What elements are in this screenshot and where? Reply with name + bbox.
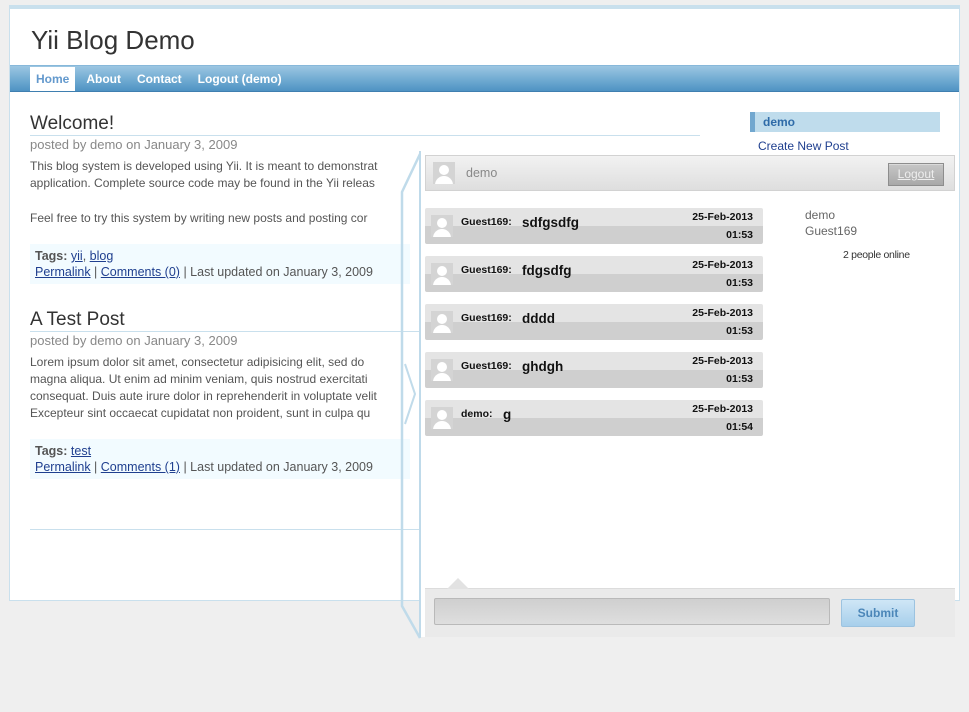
chat-message-input[interactable] <box>434 598 830 625</box>
chat-composer: Submit <box>425 578 955 637</box>
message-text: g <box>503 407 512 422</box>
menu-item-contact[interactable]: Contact <box>132 68 187 90</box>
message-time: 01:53 <box>726 373 753 385</box>
message-text: ghdgh <box>522 359 564 374</box>
chat-message: Guest169: sdfgsdfg 25-Feb-2013 01:53 <box>425 208 763 244</box>
chat-header: demo Logout <box>425 155 955 191</box>
online-count: 2 people online <box>843 249 910 261</box>
post-nav: Tags: yii, blog Permalink | Comments (0)… <box>30 244 410 284</box>
message-author: Guest169: <box>461 312 512 324</box>
post-line: This blog system is developed using Yii.… <box>30 159 378 173</box>
chat-panel: demo Logout Guest169: sdfgsdfg 25-Feb-20… <box>419 151 955 637</box>
tag-link[interactable]: blog <box>90 249 114 263</box>
post-content: Lorem ipsum dolor sit amet, consectetur … <box>30 354 402 422</box>
user-avatar-icon <box>431 311 453 333</box>
menu-item-about[interactable]: About <box>81 68 126 90</box>
user-avatar-icon <box>433 162 455 184</box>
tag-link[interactable]: test <box>71 444 91 458</box>
user-avatar-icon <box>431 263 453 285</box>
tags-label: Tags: <box>35 444 68 458</box>
tags-label: Tags: <box>35 249 68 263</box>
chat-message: Guest169: ghdgh 25-Feb-2013 01:53 <box>425 352 763 388</box>
menu-item-home[interactable]: Home <box>30 66 76 91</box>
last-updated: Last updated on January 3, 2009 <box>190 265 373 279</box>
sidebar-title: demo <box>750 112 940 132</box>
chat-logout-button[interactable]: Logout <box>888 163 944 186</box>
message-date: 25-Feb-2013 <box>692 259 753 271</box>
message-author: Guest169: <box>461 216 512 228</box>
message-time: 01:53 <box>726 325 753 337</box>
user-avatar-icon <box>431 407 453 429</box>
post-line: consequat. Duis aute irure dolor in repr… <box>30 389 377 403</box>
tag-link[interactable]: yii <box>71 249 83 263</box>
site-title: Yii Blog Demo <box>31 25 195 55</box>
online-users: demo Guest169 2 people online <box>805 207 945 261</box>
post-line: magna aliqua. Ut enim ad minim veniam, q… <box>30 372 368 386</box>
message-time: 01:53 <box>726 277 753 289</box>
message-author: demo: <box>461 408 493 420</box>
message-time: 01:53 <box>726 229 753 241</box>
permalink-link[interactable]: Permalink <box>35 460 91 474</box>
post-content: This blog system is developed using Yii.… <box>30 158 402 227</box>
chat-username: demo <box>466 166 498 180</box>
message-date: 25-Feb-2013 <box>692 307 753 319</box>
post-title[interactable]: Welcome! <box>30 113 700 136</box>
post-line: Excepteur sint occaecat cupidatat non pr… <box>30 406 371 420</box>
last-updated: Last updated on January 3, 2009 <box>190 460 373 474</box>
chat-message: Guest169: fdgsdfg 25-Feb-2013 01:53 <box>425 256 763 292</box>
message-date: 25-Feb-2013 <box>692 403 753 415</box>
chat-submit-button[interactable]: Submit <box>841 599 915 627</box>
divider <box>30 529 430 530</box>
main-menu: Home About Contact Logout (demo) <box>10 65 959 92</box>
chat-message: demo: g 25-Feb-2013 01:54 <box>425 400 763 436</box>
post-line: application. Complete source code may be… <box>30 176 375 190</box>
user-avatar-icon <box>431 215 453 237</box>
post-nav: Tags: test Permalink | Comments (1) | La… <box>30 439 410 479</box>
message-time: 01:54 <box>726 421 753 433</box>
comments-link[interactable]: Comments (1) <box>101 460 180 474</box>
user-avatar-icon <box>431 359 453 381</box>
message-author: Guest169: <box>461 360 512 372</box>
post-line: Feel free to try this system by writing … <box>30 211 368 225</box>
post-line: Lorem ipsum dolor sit amet, consectetur … <box>30 355 365 369</box>
message-list: Guest169: sdfgsdfg 25-Feb-2013 01:53 Gue… <box>425 208 763 448</box>
comments-link[interactable]: Comments (0) <box>101 265 180 279</box>
message-text: sdfgsdfg <box>522 215 579 230</box>
menu-item-logout[interactable]: Logout (demo) <box>193 68 287 90</box>
message-author: Guest169: <box>461 264 512 276</box>
post-meta: posted by demo on January 3, 2009 <box>30 137 238 152</box>
online-user: Guest169 <box>805 224 858 238</box>
message-date: 25-Feb-2013 <box>692 211 753 223</box>
message-text: dddd <box>522 311 555 326</box>
chat-message: Guest169: dddd 25-Feb-2013 01:53 <box>425 304 763 340</box>
permalink-link[interactable]: Permalink <box>35 265 91 279</box>
sidebar-portlet: demo Create New Post <box>750 112 940 153</box>
message-text: fdgsdfg <box>522 263 572 278</box>
online-user: demo <box>805 208 836 222</box>
message-date: 25-Feb-2013 <box>692 355 753 367</box>
composer-notch <box>447 578 469 589</box>
